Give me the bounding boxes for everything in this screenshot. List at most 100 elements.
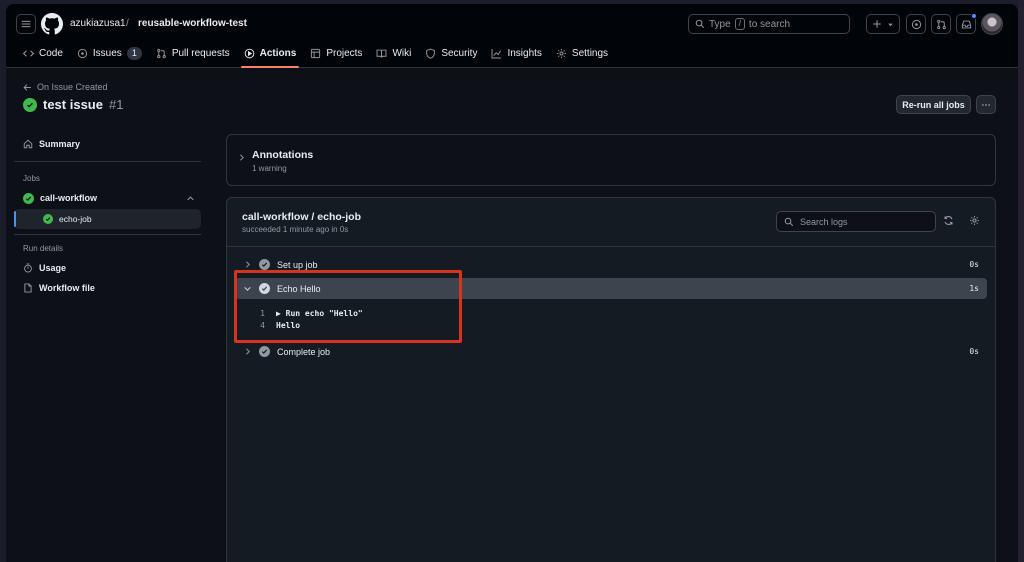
browser-window: azukiazusa1 / reusable-workflow-test Typ…: [6, 4, 1018, 562]
sidebar-item-usage[interactable]: Usage: [14, 258, 201, 278]
tab-code[interactable]: Code: [16, 42, 70, 64]
tab-security[interactable]: Security: [418, 42, 484, 64]
chevron-right-icon: [246, 261, 250, 268]
play-icon: [244, 48, 254, 58]
git-pull-request-icon: [936, 19, 946, 29]
repo-header: azukiazusa1 / reusable-workflow-test Typ…: [6, 4, 1018, 68]
page-title: test issue #1: [23, 97, 123, 112]
code-icon: [23, 49, 34, 57]
annotations-title: Annotations: [252, 149, 314, 161]
more-options-button[interactable]: [976, 95, 996, 114]
highlight-annotation-box: [234, 270, 462, 343]
sync-icon[interactable]: [943, 215, 954, 226]
hamburger-icon: [21, 20, 31, 28]
sidebar-item-echo-job[interactable]: echo-job: [14, 209, 201, 229]
repo-name-link[interactable]: reusable-workflow-test: [138, 18, 247, 29]
gear-icon[interactable]: [969, 215, 980, 226]
search-shortcut-key: /: [734, 18, 745, 30]
step-success-icon: [259, 259, 270, 270]
run-title: test issue: [43, 97, 103, 112]
tab-wiki[interactable]: Wiki: [369, 42, 418, 64]
step-duration: 1s: [969, 284, 979, 293]
arrow-left-icon: [23, 83, 31, 91]
step-name: Set up job: [277, 259, 318, 270]
search-icon: [695, 19, 705, 29]
job-header: call-workflow / echo-job succeeded 1 min…: [227, 198, 995, 247]
tab-label: Security: [441, 47, 478, 59]
gear-icon: [556, 48, 566, 58]
menu-button[interactable]: [16, 14, 36, 34]
home-icon: [23, 139, 33, 149]
stopwatch-icon: [24, 263, 32, 273]
job-status: succeeded 1 minute ago in 0s: [242, 225, 349, 234]
global-search-input[interactable]: Type / to search: [688, 14, 850, 34]
search-icon: [784, 217, 794, 226]
notification-indicator-dot: [971, 13, 977, 19]
breadcrumb-separator: /: [126, 18, 129, 29]
issue-opened-icon: [911, 19, 921, 29]
tab-label: Insights: [507, 47, 542, 59]
success-check-icon: [23, 192, 34, 204]
issue-opened-icon: [77, 48, 88, 58]
step-name: Complete job: [277, 346, 331, 357]
table-icon: [311, 48, 321, 58]
repo-owner-link[interactable]: azukiazusa1: [70, 18, 126, 29]
create-new-button[interactable]: [866, 14, 900, 34]
github-logo-icon[interactable]: [41, 13, 63, 35]
tab-issues[interactable]: Issues 1: [70, 42, 149, 64]
sidebar-item-label: Usage: [39, 263, 67, 273]
global-nav: azukiazusa1 / reusable-workflow-test Typ…: [6, 10, 1018, 38]
tab-settings[interactable]: Settings: [549, 42, 615, 64]
tab-insights[interactable]: Insights: [484, 42, 548, 64]
inbox-icon: [961, 20, 971, 28]
search-logs-placeholder: Search logs: [800, 216, 848, 227]
tab-label: Settings: [571, 47, 609, 59]
tab-label: Code: [39, 47, 63, 59]
tab-label: Projects: [326, 47, 363, 59]
sidebar-item-label: call-workflow: [40, 193, 98, 203]
annotations-panel[interactable]: Annotations 1 warning: [226, 134, 996, 186]
tab-label: Issues: [92, 47, 122, 59]
tab-label: Actions: [259, 47, 297, 59]
plus-icon: [873, 20, 881, 28]
job-log-panel: call-workflow / echo-job succeeded 1 min…: [226, 197, 996, 562]
chevron-up-icon[interactable]: [186, 194, 195, 203]
back-to-workflow-link[interactable]: On Issue Created: [23, 82, 108, 92]
sidebar-item-summary[interactable]: Summary: [14, 134, 201, 154]
jobs-heading: Jobs: [23, 174, 40, 183]
success-check-icon: [43, 214, 53, 224]
kebab-horizontal-icon: [982, 103, 990, 106]
book-icon: [376, 49, 387, 58]
selection-indicator: [14, 211, 16, 227]
job-title: call-workflow / echo-job: [242, 211, 362, 223]
your-issues-button[interactable]: [906, 14, 926, 34]
search-logs-input[interactable]: Search logs: [776, 211, 936, 232]
chevron-right-icon: [246, 348, 250, 355]
search-prefix-text: Type: [709, 18, 731, 30]
tab-actions[interactable]: Actions: [237, 42, 304, 68]
step-complete-job[interactable]: Complete job 0s: [235, 341, 987, 362]
issues-count-badge: 1: [126, 46, 142, 60]
chevron-right-icon: [240, 154, 244, 161]
success-check-icon: [23, 97, 37, 112]
run-number: #1: [108, 97, 124, 112]
git-pull-request-icon: [156, 48, 166, 58]
tab-pull-requests[interactable]: Pull requests: [149, 42, 237, 64]
sidebar-item-call-workflow[interactable]: call-workflow: [14, 188, 201, 208]
repo-tabs: Code Issues 1 Pull requests Actions Proj…: [16, 42, 615, 68]
tab-label: Wiki: [392, 47, 412, 59]
step-success-icon: [259, 346, 270, 357]
sidebar-divider: [14, 161, 201, 162]
rerun-all-jobs-button[interactable]: Re-run all jobs: [896, 95, 971, 114]
tab-label: Pull requests: [171, 47, 230, 59]
tab-projects[interactable]: Projects: [303, 42, 369, 64]
annotations-summary: 1 warning: [252, 164, 287, 173]
step-duration: 0s: [969, 260, 979, 269]
sidebar-item-workflow-file[interactable]: Workflow file: [14, 278, 201, 298]
sidebar-item-label: echo-job: [59, 214, 92, 224]
user-avatar[interactable]: [981, 13, 1003, 35]
graph-icon: [492, 48, 502, 58]
triangle-down-icon: [888, 23, 893, 26]
step-duration: 0s: [969, 347, 979, 356]
your-pull-requests-button[interactable]: [931, 14, 951, 34]
